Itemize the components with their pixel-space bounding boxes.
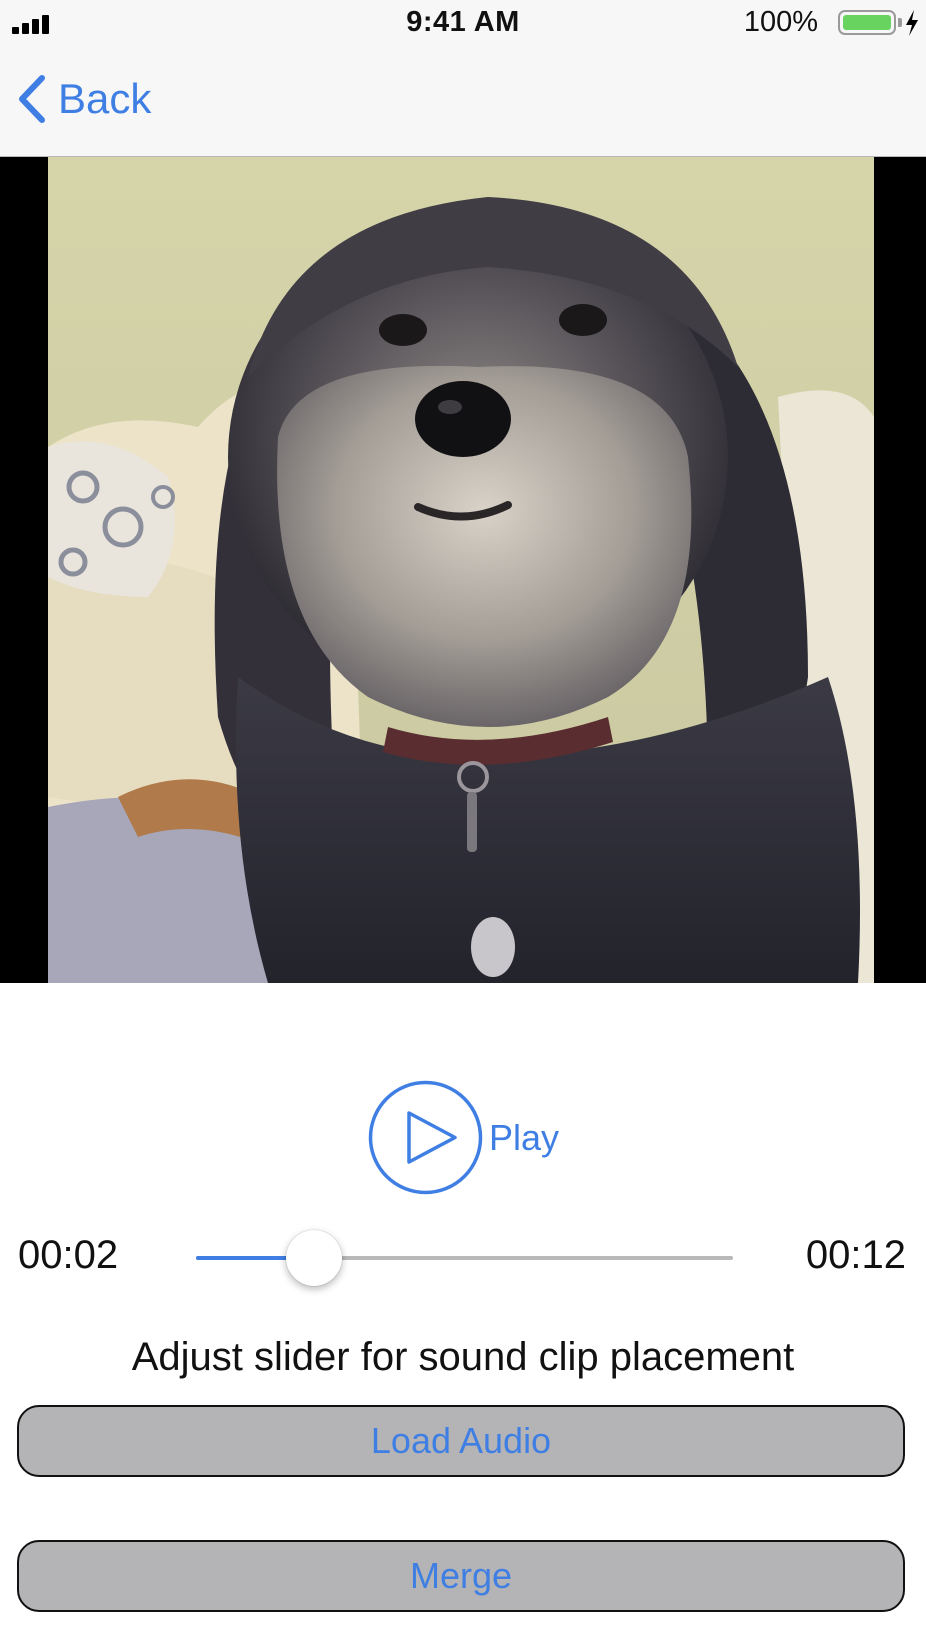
total-time-label: 00:12 [805, 1233, 906, 1277]
dog-video-frame [48, 157, 874, 983]
load-audio-button[interactable]: Load Audio [17, 1405, 905, 1477]
charging-bolt-icon [906, 10, 918, 36]
instruction-text: Adjust slider for sound clip placement [131, 1335, 795, 1379]
battery-icon [838, 10, 896, 35]
battery-cap [898, 18, 902, 27]
video-frame [48, 157, 874, 983]
slider-thumb[interactable] [286, 1230, 343, 1286]
back-button[interactable]: Back [16, 74, 151, 124]
video-player[interactable] [0, 157, 926, 983]
battery-percentage: 100% [743, 6, 818, 38]
navigation-bar: Back [0, 46, 926, 157]
current-time-label: 00:02 [18, 1233, 119, 1277]
play-label: Play [489, 1116, 560, 1158]
play-circle-icon [368, 1080, 483, 1195]
merge-button[interactable]: Merge [17, 1540, 905, 1612]
battery-level-fill [843, 15, 891, 30]
clip-placement-slider[interactable] [196, 1230, 733, 1286]
chevron-left-icon [19, 75, 45, 123]
status-bar: 9:41 AM 100% [0, 0, 926, 46]
play-button[interactable]: Play [368, 1080, 559, 1195]
back-label: Back [58, 75, 152, 122]
